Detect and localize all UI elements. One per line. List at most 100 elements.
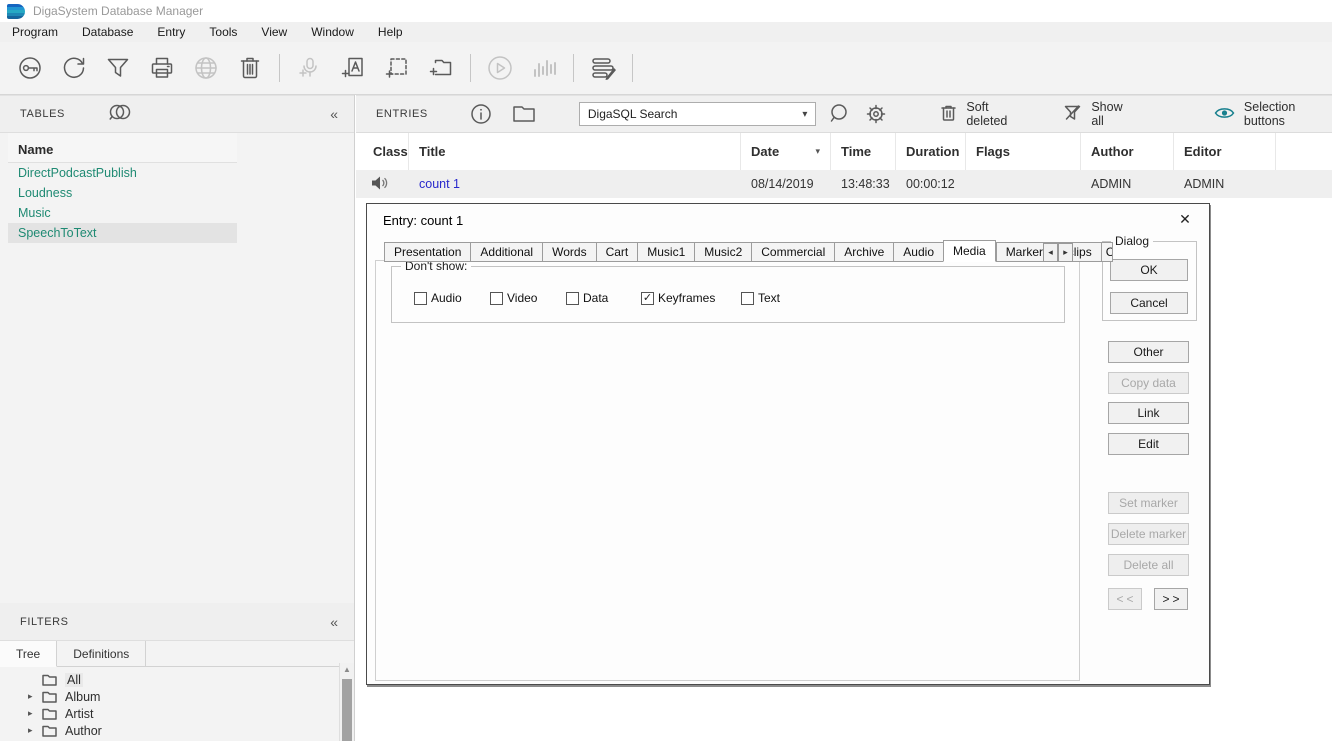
media-tab-page (375, 260, 1080, 681)
filter-icon[interactable] (96, 50, 140, 86)
tab-archive[interactable]: Archive (834, 242, 893, 262)
entries-toolbar: ENTRIES DigaSQL Search ▾ Soft deleted Sh… (356, 95, 1332, 133)
table-row[interactable]: Music (8, 203, 237, 223)
column-header-editor[interactable]: Editor (1174, 133, 1276, 170)
key-icon[interactable] (8, 50, 52, 86)
entry-row[interactable]: count 1 08/14/2019 13:48:33 00:00:12 ADM… (356, 170, 1332, 198)
tab-commercial[interactable]: Commercial (751, 242, 834, 262)
left-panel: TABLES « Name DirectPodcastPublish Loudn… (0, 95, 355, 741)
search-combobox-value: DigaSQL Search (588, 107, 802, 121)
menu-program[interactable]: Program (0, 25, 70, 39)
link-button[interactable]: Link (1108, 402, 1189, 424)
menu-help[interactable]: Help (366, 25, 415, 39)
column-header-class[interactable]: Class (356, 133, 409, 170)
gear-icon[interactable] (864, 102, 888, 126)
tab-audio[interactable]: Audio (893, 242, 943, 262)
checkbox-video[interactable]: Video (490, 291, 566, 305)
checkbox-box-checked[interactable]: ✓ (641, 292, 654, 305)
info-icon[interactable] (470, 103, 492, 125)
table-row[interactable]: DirectPodcastPublish (8, 163, 237, 183)
menu-window[interactable]: Window (299, 25, 366, 39)
tree-item[interactable]: ▸ Author (0, 722, 338, 739)
checkbox-audio[interactable]: Audio (414, 291, 490, 305)
filters-collapse-icon[interactable]: « (330, 614, 338, 630)
eye-icon (1214, 106, 1235, 123)
folder-icon (42, 725, 57, 737)
print-icon[interactable] (140, 50, 184, 86)
close-icon[interactable]: ✕ (1175, 211, 1195, 228)
checkbox-box[interactable] (414, 292, 427, 305)
search-icon[interactable] (828, 102, 852, 126)
sort-desc-icon[interactable]: ▾ (815, 146, 820, 157)
checkbox-box[interactable] (741, 292, 754, 305)
column-header-flags[interactable]: Flags (966, 133, 1081, 170)
tables-search-icon[interactable] (107, 102, 133, 126)
tab-words[interactable]: Words (542, 242, 595, 262)
chevron-down-icon[interactable]: ▾ (802, 109, 807, 120)
tables-column-header[interactable]: Name (8, 133, 237, 163)
column-header-title[interactable]: Title (409, 133, 741, 170)
soft-deleted-toggle[interactable]: Soft deleted (940, 100, 1027, 128)
checkbox-data[interactable]: Data (566, 291, 641, 305)
tab-music1[interactable]: Music1 (637, 242, 694, 262)
tab-scroll-buttons: ◂ ▸ (1043, 243, 1073, 262)
scrollbar-thumb[interactable] (342, 679, 352, 741)
table-row-selected[interactable]: SpeechToText (8, 223, 237, 243)
set-marker-button: Set marker (1108, 492, 1189, 514)
add-text-icon[interactable] (331, 50, 375, 86)
expander-icon[interactable]: ▸ (28, 725, 42, 736)
dialog-title: Entry: count 1 (383, 213, 463, 228)
tree-item[interactable]: All (0, 671, 338, 688)
menu-view[interactable]: View (249, 25, 299, 39)
menu-tools[interactable]: Tools (197, 25, 249, 39)
refresh-icon[interactable] (52, 50, 96, 86)
tables-collapse-icon[interactable]: « (330, 106, 338, 122)
checkbox-box[interactable] (490, 292, 503, 305)
delete-icon[interactable] (228, 50, 272, 86)
main-toolbar (0, 42, 1332, 95)
column-header-duration[interactable]: Duration (896, 133, 966, 170)
tab-scroll-right-icon[interactable]: ▸ (1058, 243, 1073, 262)
edit-list-icon[interactable] (581, 50, 625, 86)
other-button[interactable]: Other (1108, 341, 1189, 363)
expander-icon[interactable]: ▸ (28, 691, 42, 702)
tab-tree[interactable]: Tree (0, 641, 57, 667)
checkbox-box[interactable] (566, 292, 579, 305)
tab-partial[interactable]: C (1101, 242, 1113, 262)
toolbar-separator (470, 54, 471, 82)
tab-scroll-left-icon[interactable]: ◂ (1043, 243, 1058, 262)
menu-database[interactable]: Database (70, 25, 145, 39)
scroll-up-icon[interactable]: ▲ (340, 663, 354, 677)
selection-buttons-toggle[interactable]: Selection buttons (1214, 100, 1332, 128)
filter-tree: All ▸ Album ▸ Artist ▸ Author ▸ (0, 667, 338, 741)
next-entry-button[interactable]: >> (1154, 588, 1188, 610)
checkbox-text[interactable]: Text (741, 291, 780, 305)
tab-presentation[interactable]: Presentation (384, 242, 470, 262)
table-row[interactable]: Loudness (8, 183, 237, 203)
column-header-date[interactable]: Date ▾ (741, 133, 831, 170)
tree-item[interactable]: ▸ Artist (0, 705, 338, 722)
dialog-tabstrip: Presentation Additional Words Cart Music… (384, 240, 1113, 262)
tab-definitions[interactable]: Definitions (57, 641, 146, 666)
dialog-titlebar[interactable]: Entry: count 1 ✕ (367, 204, 1209, 237)
column-header-time[interactable]: Time (831, 133, 896, 170)
add-folder-icon[interactable] (419, 50, 463, 86)
entry-dialog: Entry: count 1 ✕ Presentation Additional… (366, 203, 1210, 685)
column-header-author[interactable]: Author (1081, 133, 1174, 170)
prev-entry-button: << (1108, 588, 1142, 610)
edit-button[interactable]: Edit (1108, 433, 1189, 455)
tree-item[interactable]: ▸ Album (0, 688, 338, 705)
tree-scrollbar[interactable]: ▲ (339, 663, 354, 741)
menu-entry[interactable]: Entry (145, 25, 197, 39)
tab-cart[interactable]: Cart (596, 242, 638, 262)
expander-icon[interactable]: ▸ (28, 708, 42, 719)
entry-title-link[interactable]: count 1 (419, 177, 460, 191)
checkbox-keyframes[interactable]: ✓ Keyframes (641, 291, 741, 305)
digasql-search-combobox[interactable]: DigaSQL Search ▾ (579, 102, 816, 126)
show-all-toggle[interactable]: Show all (1063, 100, 1134, 128)
add-selection-icon[interactable] (375, 50, 419, 86)
tab-media[interactable]: Media (943, 240, 996, 262)
tab-music2[interactable]: Music2 (694, 242, 751, 262)
tab-additional[interactable]: Additional (470, 242, 542, 262)
folder-icon[interactable] (512, 104, 536, 124)
